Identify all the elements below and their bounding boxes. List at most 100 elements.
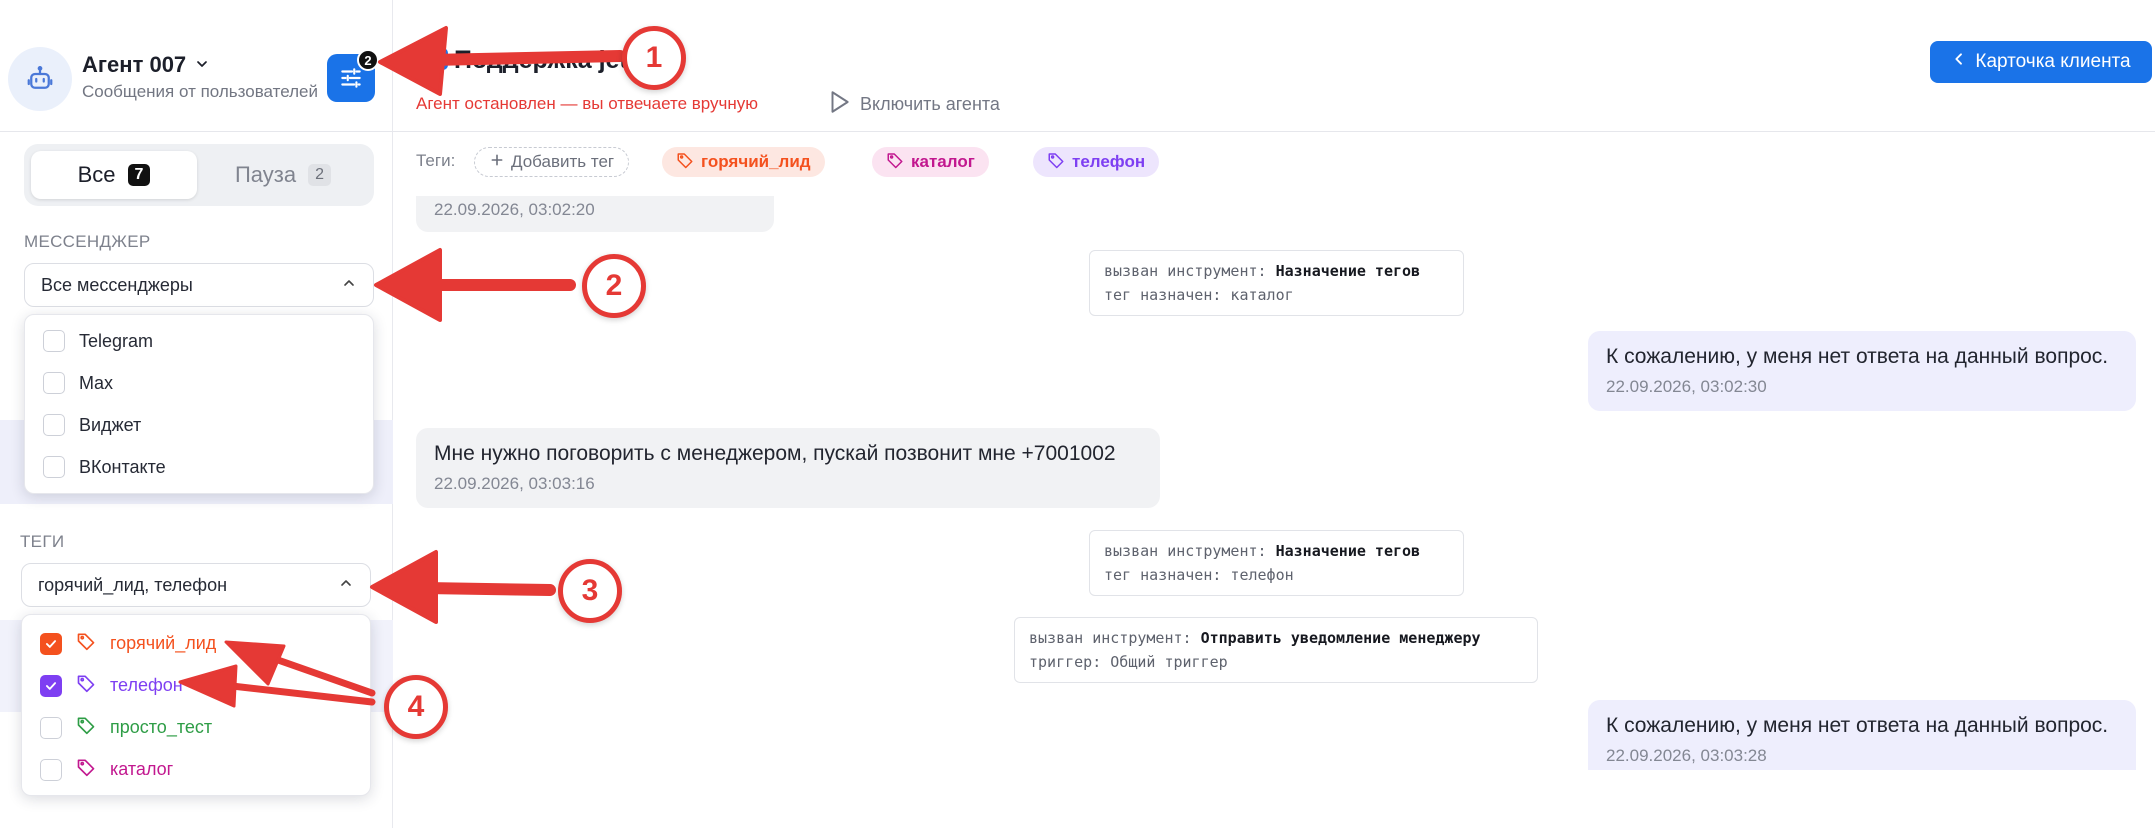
option-label: телефон xyxy=(110,675,183,695)
annotation-marker: 4 xyxy=(384,675,448,739)
checkbox-checked[interactable] xyxy=(40,632,62,655)
add-tag-button[interactable]: Добавить тег xyxy=(474,147,630,177)
messenger-option-widget[interactable]: Виджет xyxy=(43,414,141,436)
chevron-up-icon xyxy=(338,575,354,596)
tool-call-name: Отправить уведомление менеджеру xyxy=(1200,629,1481,647)
tag-icon xyxy=(76,757,96,782)
tag-option-hot-lead[interactable]: горячий_лид xyxy=(40,631,216,656)
enable-agent-label: Включить агента xyxy=(860,94,1000,114)
messenger-options-panel: Telegram Max Виджет ВКонтакте xyxy=(24,314,374,494)
tag-option-catalog[interactable]: каталог xyxy=(40,757,173,782)
tags-section-label: ТЕГИ xyxy=(20,532,65,551)
tool-call-name: Назначение тегов xyxy=(1275,542,1421,560)
incoming-message: Мне нужно поговорить с менеджером, пуска… xyxy=(416,428,1160,508)
tool-call-result: тег назначен: телефон xyxy=(1104,566,1294,584)
agent-status-text: Агент остановлен — вы отвечаете вручную xyxy=(416,94,759,113)
tags-select[interactable]: горячий_лид, телефон xyxy=(21,563,371,607)
option-label: каталог xyxy=(110,759,174,779)
agent-subtitle: Сообщения от пользователей xyxy=(82,82,318,101)
tag-option-phone[interactable]: телефон xyxy=(40,673,183,698)
checkbox[interactable] xyxy=(40,716,62,739)
checkbox[interactable] xyxy=(43,456,65,478)
filter-count-badge: 2 xyxy=(357,49,379,71)
messenger-option-vk[interactable]: ВКонтакте xyxy=(43,456,166,478)
tool-call-result: триггер: Общий триггер xyxy=(1029,653,1228,671)
tag-icon xyxy=(1047,151,1065,174)
option-label: горячий_лид xyxy=(110,633,217,653)
message-time: 22.09.2026, 03:02:20 xyxy=(434,200,595,219)
annotation-marker: 1 xyxy=(622,26,686,90)
chat-tag-label: горячий_лид xyxy=(701,152,811,171)
add-tag-label: Добавить тег xyxy=(511,152,615,171)
tab-pause[interactable]: Пауза 2 xyxy=(200,151,366,199)
messenger-section-label: МЕССЕНДЖЕР xyxy=(24,232,151,251)
tab-pause-label: Пауза xyxy=(234,162,297,187)
chat-tag-catalog[interactable]: каталог xyxy=(872,147,989,177)
tool-call-key: вызван инструмент: xyxy=(1029,629,1192,647)
outgoing-message: К сожалению, у меня нет ответа на данный… xyxy=(1588,331,2136,411)
message-time: 22.09.2026, 03:03:16 xyxy=(434,474,595,493)
tag-icon xyxy=(886,151,904,174)
tag-option-just-test[interactable]: просто_тест xyxy=(40,715,212,740)
chat-tag-hot-lead[interactable]: горячий_лид xyxy=(662,147,825,177)
messenger-option-max[interactable]: Max xyxy=(43,372,113,394)
message-text: Мне нужно поговорить с менеджером, пуска… xyxy=(434,442,1116,465)
incoming-message: 22.09.2026, 03:02:20 xyxy=(416,196,774,232)
tab-all[interactable]: Все 7 xyxy=(31,151,197,199)
tags-options-panel: горячий_лид телефон просто_тест каталог xyxy=(21,614,371,796)
checkbox[interactable] xyxy=(43,414,65,436)
chat-tag-label: каталог xyxy=(911,152,975,171)
chat-tag-label: телефон xyxy=(1072,152,1146,171)
robot-icon xyxy=(8,47,72,111)
plus-icon xyxy=(489,152,505,173)
tag-icon xyxy=(76,631,96,656)
messenger-select-value: Все мессенджеры xyxy=(41,274,193,295)
tool-call-log: вызван инструмент: Назначение тегов тег … xyxy=(1089,530,1464,596)
message-text: К сожалению, у меня нет ответа на данный… xyxy=(1606,714,2109,737)
option-label: ВКонтакте xyxy=(79,456,166,477)
tag-icon xyxy=(676,151,694,174)
outgoing-message: К сожалению, у меня нет ответа на данный… xyxy=(1588,700,2136,770)
tool-call-log: вызван инструмент: Назначение тегов тег … xyxy=(1089,250,1464,316)
tool-call-key: вызван инструмент: xyxy=(1104,542,1267,560)
client-card-label: Карточка клиента xyxy=(1975,51,2131,72)
checkbox[interactable] xyxy=(43,330,65,352)
tab-pause-count: 2 xyxy=(308,164,332,186)
option-label: Виджет xyxy=(79,414,142,435)
messenger-option-telegram[interactable]: Telegram xyxy=(43,330,153,352)
sliders-icon xyxy=(341,68,361,88)
option-label: Telegram xyxy=(79,330,154,351)
option-label: Max xyxy=(79,372,114,393)
chat-icon xyxy=(426,48,448,70)
message-time: 22.09.2026, 03:03:28 xyxy=(1606,746,1767,765)
divider xyxy=(0,131,393,132)
tag-icon xyxy=(76,673,96,698)
divider xyxy=(393,131,2155,132)
tool-call-key: вызван инструмент: xyxy=(1104,262,1267,280)
messenger-select[interactable]: Все мессенджеры xyxy=(24,263,374,307)
checkbox[interactable] xyxy=(43,372,65,394)
chat-tag-phone[interactable]: телефон xyxy=(1033,147,1160,177)
option-label: просто_тест xyxy=(110,717,213,737)
chevron-left-icon xyxy=(1951,51,1967,73)
agent-name: Агент 007 xyxy=(82,52,187,77)
tag-icon xyxy=(76,715,96,740)
message-time: 22.09.2026, 03:02:30 xyxy=(1606,377,1767,396)
chat-title: Поддержка jet xyxy=(454,46,628,74)
tab-all-label: Все xyxy=(77,162,116,187)
annotation-marker: 3 xyxy=(558,559,622,623)
enable-agent-button[interactable]: Включить агента xyxy=(826,89,1000,120)
client-card-button[interactable]: Карточка клиента xyxy=(1930,41,2152,83)
checkbox[interactable] xyxy=(40,758,62,781)
tags-select-value: горячий_лид, телефон xyxy=(38,574,228,595)
chevron-up-icon xyxy=(341,275,357,296)
chevron-down-icon xyxy=(194,52,210,78)
chat-tags-label: Теги: xyxy=(416,151,456,170)
annotation-marker: 2 xyxy=(582,254,646,318)
tool-call-result: тег назначен: каталог xyxy=(1104,286,1294,304)
tool-call-name: Назначение тегов xyxy=(1275,262,1421,280)
agent-selector[interactable]: Агент 007 xyxy=(82,52,210,78)
tab-all-count: 7 xyxy=(127,164,151,186)
checkbox-checked[interactable] xyxy=(40,674,62,697)
message-text: К сожалению, у меня нет ответа на данный… xyxy=(1606,345,2109,368)
